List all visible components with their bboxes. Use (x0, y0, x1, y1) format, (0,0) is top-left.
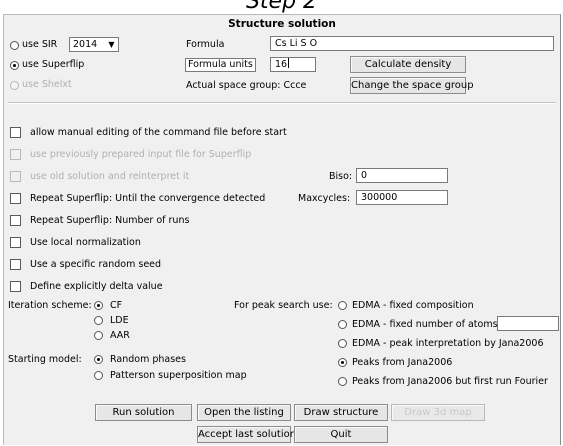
change-space-group-button[interactable]: Change the space group (350, 77, 474, 94)
use-shelxt-radio[interactable] (10, 81, 19, 90)
use-superflip-label: use Superflip (22, 59, 85, 70)
previous-input-label: use previously prepared input file for S… (30, 149, 252, 160)
step-title: Step 2 (245, 0, 318, 14)
manual-edit-label: allow manual editing of the command file… (30, 127, 287, 138)
maxcycles-input[interactable]: 300000 (356, 190, 448, 205)
use-superflip-radio[interactable] (10, 61, 19, 70)
repeat-number-runs-checkbox[interactable] (10, 215, 21, 226)
random-seed-label: Use a specific random seed (30, 259, 162, 270)
delta-value-label: Define explicitly delta value (30, 281, 163, 292)
repeat-number-runs-label: Repeat Superflip: Number of runs (30, 215, 190, 226)
local-normalization-label: Use local normalization (30, 237, 141, 248)
number-of-atoms-input[interactable] (497, 316, 559, 331)
actual-space-group-text: Actual space group: Ccce (186, 80, 307, 91)
iteration-lde-label: LDE (110, 315, 129, 326)
accept-last-solution-button[interactable]: Accept last solution (197, 426, 296, 443)
formula-input[interactable]: Cs Li S O (270, 36, 554, 51)
run-solution-button[interactable]: Run solution (95, 404, 192, 421)
biso-input[interactable]: 0 (356, 168, 448, 183)
patterson-map-radio[interactable] (94, 371, 103, 380)
starting-model-label: Starting model: (8, 354, 82, 365)
peak-jana-label: Peaks from Jana2006 (352, 357, 453, 368)
sir-version-dropdown[interactable]: 2014 ▼ (69, 37, 119, 52)
old-solution-checkbox[interactable] (10, 171, 21, 182)
chevron-down-icon: ▼ (108, 40, 115, 49)
iteration-lde-radio[interactable] (94, 316, 103, 325)
sir-version-value: 2014 (73, 39, 98, 50)
random-seed-checkbox[interactable] (10, 259, 21, 270)
formula-units-label: Formula units (185, 58, 256, 72)
quit-button[interactable]: Quit (294, 426, 388, 443)
use-sir-label: use SIR (22, 39, 58, 50)
iteration-aar-radio[interactable] (94, 331, 103, 340)
calculate-density-button[interactable]: Calculate density (350, 56, 466, 73)
peak-edma-fixed-composition-label: EDMA - fixed composition (352, 300, 474, 311)
peak-edma-fixed-composition-radio[interactable] (338, 301, 347, 310)
divider (8, 102, 556, 104)
peak-jana-fourier-label: Peaks from Jana2006 but first run Fourie… (352, 376, 548, 387)
random-phases-label: Random phases (110, 354, 186, 365)
previous-input-checkbox[interactable] (10, 149, 21, 160)
structure-solution-dialog: Structure solution use SIR 2014 ▼ use Su… (3, 14, 561, 445)
repeat-until-converge-checkbox[interactable] (10, 193, 21, 204)
iteration-cf-radio[interactable] (94, 301, 103, 310)
peak-jana-radio[interactable] (338, 358, 347, 367)
peak-edma-fixed-atoms-label: EDMA - fixed number of atoms (352, 319, 498, 330)
dialog-title: Structure solution (228, 18, 336, 30)
iteration-scheme-label: Iteration scheme: (8, 300, 92, 311)
iteration-aar-label: AAR (110, 330, 130, 341)
maxcycles-label: Maxcycles: (298, 193, 351, 204)
peak-edma-fixed-atoms-radio[interactable] (338, 320, 347, 329)
biso-label: Biso: (329, 171, 353, 182)
patterson-map-label: Patterson superposition map (110, 370, 247, 381)
peak-search-label: For peak search use: (234, 300, 333, 311)
open-listing-button[interactable]: Open the listing (197, 404, 291, 421)
repeat-until-converge-label: Repeat Superflip: Until the convergence … (30, 193, 266, 204)
peak-edma-interpretation-radio[interactable] (338, 339, 347, 348)
old-solution-label: use old solution and reinterpret it (30, 171, 190, 182)
delta-value-checkbox[interactable] (10, 281, 21, 292)
use-sir-radio[interactable] (10, 41, 19, 50)
random-phases-radio[interactable] (94, 355, 103, 364)
iteration-cf-label: CF (110, 300, 123, 311)
local-normalization-checkbox[interactable] (10, 237, 21, 248)
formula-units-input[interactable]: 16 (270, 57, 316, 72)
draw-3d-map-button[interactable]: Draw 3d map (391, 404, 485, 421)
manual-edit-checkbox[interactable] (10, 127, 21, 138)
formula-units-value: 16 (275, 59, 288, 70)
peak-edma-interpretation-label: EDMA - peak interpretation by Jana2006 (352, 338, 544, 349)
formula-label: Formula (186, 39, 225, 50)
text-cursor (288, 58, 290, 68)
peak-jana-fourier-radio[interactable] (338, 377, 347, 386)
use-shelxt-label: use Shelxt (22, 79, 72, 90)
draw-structure-button[interactable]: Draw structure (294, 404, 388, 421)
